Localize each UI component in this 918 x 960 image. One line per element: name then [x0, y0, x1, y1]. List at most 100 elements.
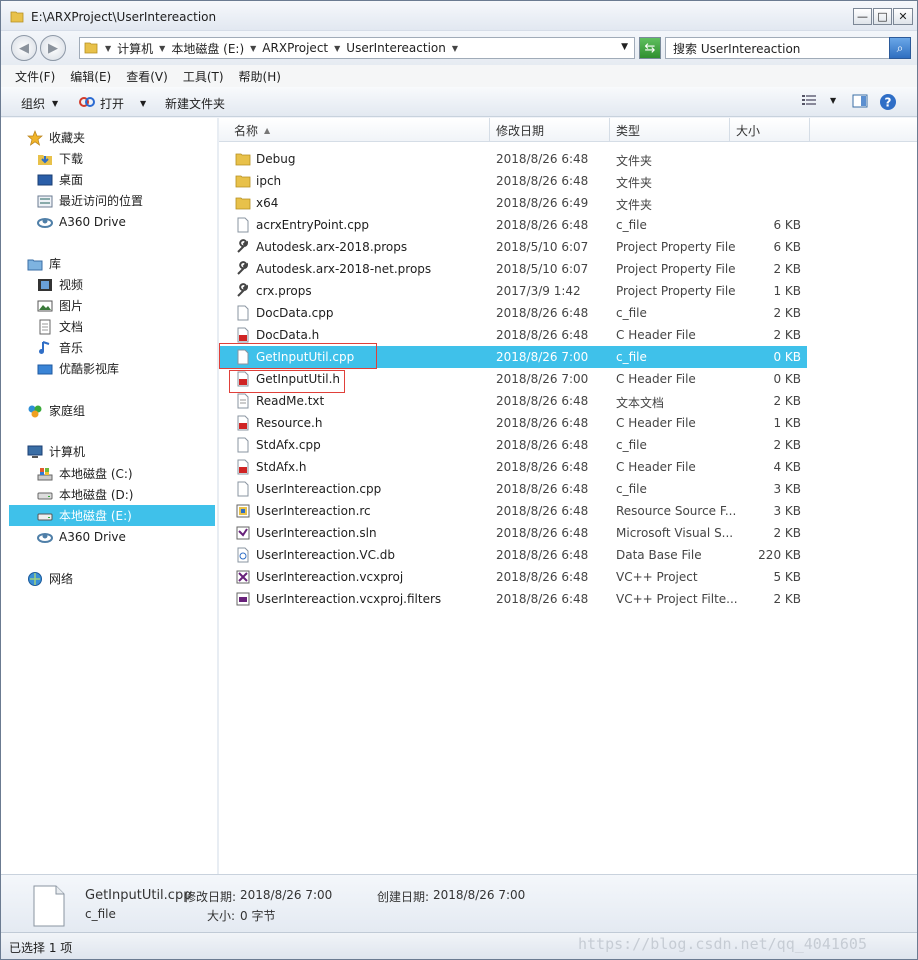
nav-item-documents[interactable]: 文档 — [37, 316, 83, 337]
nav-item-videos[interactable]: 视频 — [37, 274, 83, 295]
title-bar: E:\ARXProject\UserIntereaction — □ ✕ — [1, 1, 917, 31]
network-icon — [27, 571, 43, 587]
nav-item-a360-drive-computer[interactable]: A360 Drive — [37, 526, 126, 547]
file-row[interactable]: Autodesk.arx-2018.props 2018/5/10 6:07 Pro… — [219, 236, 807, 258]
nav-item-drive-d[interactable]: 本地磁盘 (D:) — [37, 484, 133, 505]
menu-view[interactable]: 查看(V) — [126, 68, 168, 85]
organize-button[interactable]: 组织 ▼ — [21, 95, 58, 112]
breadcrumb-userintereaction[interactable]: UserIntereaction — [346, 41, 446, 55]
nav-network[interactable]: 网络 — [27, 568, 73, 589]
search-button[interactable]: ⌕ — [889, 37, 911, 59]
file-row[interactable]: Autodesk.arx-2018-net.props 2018/5/10 6:0… — [219, 258, 807, 280]
file-row[interactable]: Resource.h 2018/8/26 6:48 C Header File 1 K… — [219, 412, 807, 434]
file-type: Microsoft Visual S... — [616, 526, 734, 540]
file-row[interactable]: UserIntereaction.vcxproj 2018/8/26 6:48 VC… — [219, 566, 807, 588]
details-size-value: 0 字节 — [240, 909, 276, 923]
file-row[interactable]: DocData.cpp 2018/8/26 6:48 c_file 2 KB — [219, 302, 807, 324]
file-size: 2 KB — [773, 526, 801, 540]
nav-item-pictures[interactable]: 图片 — [37, 295, 83, 316]
refresh-button[interactable]: ⇆ — [639, 37, 661, 59]
address-bar[interactable]: ▼ 计算机 ▼ 本地磁盘 (E:) ▼ ARXProject ▼ UserInt… — [79, 37, 635, 59]
file-name: Debug — [256, 152, 296, 166]
file-type: c_file — [616, 218, 647, 232]
nav-favorites[interactable]: 收藏夹 — [27, 127, 85, 148]
file-date: 2018/8/26 7:00 — [496, 372, 589, 386]
menu-tools[interactable]: 工具(T) — [183, 68, 224, 85]
file-size: 0 KB — [773, 372, 801, 386]
maximize-button[interactable]: □ — [873, 8, 892, 25]
file-name: DocData.h — [256, 328, 320, 342]
breadcrumb-arxproject[interactable]: ARXProject — [262, 41, 328, 55]
breadcrumb-drive-e[interactable]: 本地磁盘 (E:) — [171, 40, 244, 57]
minimize-button[interactable]: — — [853, 8, 872, 25]
column-size[interactable]: 大小 — [730, 118, 810, 142]
file-row[interactable]: UserIntereaction.sln 2018/8/26 6:48 Micros… — [219, 522, 807, 544]
preview-pane-button[interactable] — [852, 93, 868, 112]
menu-file[interactable]: 文件(F) — [15, 68, 55, 85]
file-type: c_file — [616, 482, 647, 496]
file-row[interactable]: UserIntereaction.vcxproj.filters 2018/8/2… — [219, 588, 807, 610]
file-name: Resource.h — [256, 416, 323, 430]
close-button[interactable]: ✕ — [893, 8, 913, 25]
nav-computer[interactable]: 计算机 — [27, 441, 85, 462]
nav-libraries[interactable]: 库 — [27, 253, 61, 274]
nav-homegroup[interactable]: 家庭组 — [27, 400, 85, 421]
back-arrow-icon: ◀ — [19, 40, 29, 56]
details-size-label: 大小: — [207, 909, 236, 923]
file-row[interactable]: UserIntereaction.cpp 2018/8/26 6:48 c_file… — [219, 478, 807, 500]
file-type: Project Property File — [616, 240, 736, 254]
back-button[interactable]: ◀ — [11, 35, 37, 61]
open-button[interactable]: 打开 ▼ — [79, 95, 146, 112]
breadcrumb-separator-icon[interactable]: ▼ — [105, 44, 111, 53]
nav-item-desktop[interactable]: 桌面 — [37, 169, 83, 190]
menu-help[interactable]: 帮助(H) — [239, 68, 281, 85]
view-options-chevron-icon[interactable]: ▼ — [830, 96, 836, 105]
view-options-button[interactable] — [801, 93, 817, 110]
breadcrumb-separator-icon[interactable]: ▼ — [159, 44, 165, 53]
file-row[interactable]: crx.props 2017/3/9 1:42 Project Property F… — [219, 280, 807, 302]
column-name[interactable]: 名称 ▲ — [219, 118, 490, 142]
forward-button[interactable]: ▶ — [40, 35, 66, 61]
details-filename: GetInputUtil.cpp — [85, 888, 192, 903]
file-row[interactable]: StdAfx.h 2018/8/26 6:48 C Header File 4 KB — [219, 456, 807, 478]
file-row[interactable]: ReadMe.txt 2018/8/26 6:48 文本文档 2 KB — [219, 390, 807, 412]
nav-item-music[interactable]: 音乐 — [37, 337, 83, 358]
music-icon — [37, 340, 53, 356]
nav-item-downloads[interactable]: 下载 — [37, 148, 83, 169]
address-dropdown-icon[interactable]: ▼ — [621, 42, 628, 52]
breadcrumb-computer[interactable]: 计算机 — [117, 40, 153, 57]
breadcrumb-separator-icon[interactable]: ▼ — [250, 44, 256, 53]
file-size: 2 KB — [773, 328, 801, 342]
nav-item-drive-c[interactable]: 本地磁盘 (C:) — [37, 463, 133, 484]
column-date-modified[interactable]: 修改日期 — [490, 118, 610, 142]
breadcrumb-separator-icon[interactable]: ▼ — [452, 44, 458, 53]
file-row[interactable]: UserIntereaction.rc 2018/8/26 6:48 Resourc… — [219, 500, 807, 522]
file-size: 2 KB — [773, 592, 801, 606]
file-date: 2018/8/26 6:49 — [496, 196, 589, 210]
column-type[interactable]: 类型 — [610, 118, 730, 142]
nav-item-drive-e[interactable]: 本地磁盘 (E:) — [9, 505, 215, 526]
file-row[interactable]: acrxEntryPoint.cpp 2018/8/26 6:48 c_file 6 … — [219, 214, 807, 236]
nav-item-youku-library[interactable]: 优酷影视库 — [37, 358, 119, 379]
file-row[interactable]: ipch 2018/8/26 6:48 文件夹 — [219, 170, 807, 192]
file-size: 5 KB — [773, 570, 801, 584]
filters-icon — [235, 591, 251, 607]
watermark: https://blog.csdn.net/qq_4041605 — [578, 935, 867, 953]
nav-item-recent-places[interactable]: 最近访问的位置 — [37, 190, 143, 211]
menu-edit[interactable]: 编辑(E) — [70, 68, 111, 85]
new-folder-button[interactable]: 新建文件夹 — [165, 95, 225, 112]
file-size: 6 KB — [773, 218, 801, 232]
nav-item-a360-drive[interactable]: A360 Drive — [37, 211, 126, 232]
file-row[interactable]: StdAfx.cpp 2018/8/26 6:48 c_file 2 KB — [219, 434, 807, 456]
file-date: 2018/8/26 6:48 — [496, 394, 589, 408]
help-button[interactable]: ? — [879, 93, 897, 114]
breadcrumb-separator-icon[interactable]: ▼ — [334, 44, 340, 53]
file-row[interactable]: Debug 2018/8/26 6:48 文件夹 — [219, 148, 807, 170]
file-row[interactable]: UserIntereaction.VC.db 2018/8/26 6:48 Data… — [219, 544, 807, 566]
file-name: Autodesk.arx-2018-net.props — [256, 262, 432, 276]
wrench-icon — [235, 283, 251, 299]
search-input[interactable]: 搜索 UserIntereaction ⌕ — [665, 37, 911, 59]
file-name: UserIntereaction.cpp — [256, 482, 382, 496]
header-icon — [235, 327, 251, 343]
file-row[interactable]: x64 2018/8/26 6:49 文件夹 — [219, 192, 807, 214]
